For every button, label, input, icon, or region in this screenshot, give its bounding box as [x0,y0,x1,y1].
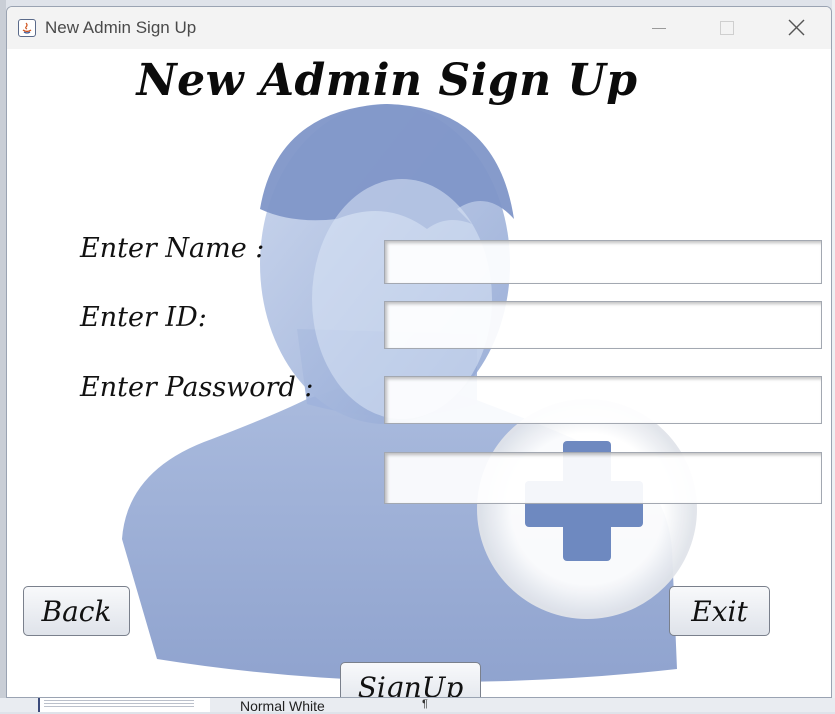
back-button[interactable]: Back [23,586,130,636]
background-pilcrow: ¶ [422,698,428,710]
window-title: New Admin Sign Up [45,18,197,37]
password-input[interactable] [384,376,822,424]
maximize-button[interactable] [695,7,757,49]
name-input[interactable] [384,240,822,284]
background-document-text-lines [44,700,194,708]
title-bar[interactable]: New Admin Sign Up [7,7,831,49]
password-label: Enter Password : [80,372,314,403]
close-icon [788,19,805,36]
close-button[interactable] [765,7,827,49]
page-heading: New Admin Sign Up [136,55,638,106]
extra-input-field[interactable] [384,452,822,504]
id-label: Enter ID: [80,302,207,333]
form-panel: New Admin Sign Up Enter Name : Enter ID:… [7,49,831,697]
id-input[interactable] [384,301,822,349]
java-app-icon [18,19,36,37]
name-label: Enter Name : [80,233,265,264]
minimize-button[interactable] [627,7,689,49]
signup-window: New Admin Sign Up New Admin Sign Up Ente… [6,6,832,698]
signup-button[interactable]: SignUp [340,662,481,697]
exit-button[interactable]: Exit [669,586,770,636]
